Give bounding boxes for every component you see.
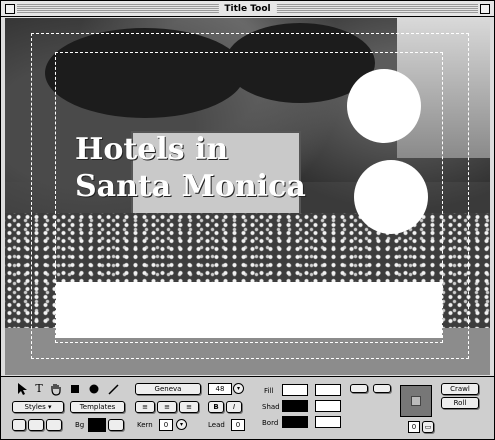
- text-style-plain-button[interactable]: [12, 419, 26, 431]
- kern-popup-arrow[interactable]: ▾: [176, 419, 187, 430]
- styles-label: Styles: [24, 403, 46, 411]
- kern-label: Kern: [137, 421, 153, 429]
- title-line-2: Santa Monica: [75, 169, 306, 204]
- page-field[interactable]: 0: [408, 421, 420, 433]
- bord-color-swatch[interactable]: [282, 416, 308, 428]
- bold-button[interactable]: B: [208, 401, 224, 413]
- option-button-1[interactable]: [350, 384, 368, 393]
- italic-button[interactable]: I: [226, 401, 242, 413]
- roll-button[interactable]: Roll: [441, 397, 479, 409]
- crawl-button[interactable]: Crawl: [441, 383, 479, 395]
- page-preview[interactable]: [400, 385, 432, 417]
- title-tool-window: Title Tool Hotels in Santa Monica T Styl…: [0, 0, 495, 440]
- bg-label: Bg: [75, 421, 85, 429]
- title-toolbar: T Styles ▾ Templates Bg Geneva 48 ▾ ≡ ≡ …: [1, 376, 494, 439]
- text-style-line-button[interactable]: [46, 419, 62, 431]
- close-box[interactable]: [5, 4, 15, 14]
- page-icon[interactable]: ▭: [422, 421, 434, 433]
- templates-button[interactable]: Templates: [70, 401, 125, 413]
- bg-toggle-button[interactable]: [108, 419, 124, 431]
- window-title: Title Tool: [218, 3, 277, 15]
- align-right-button[interactable]: ≡: [179, 401, 199, 413]
- shad-secondary-swatch[interactable]: [315, 400, 341, 412]
- lead-field[interactable]: 0: [231, 419, 245, 431]
- white-circle-bottom[interactable]: [354, 160, 428, 234]
- title-text[interactable]: Hotels in Santa Monica: [75, 131, 306, 205]
- title-line-1: Hotels in: [75, 132, 229, 167]
- preview-thumbnail: [411, 396, 421, 406]
- line-tool-icon[interactable]: [106, 382, 120, 396]
- bg-color-swatch[interactable]: [88, 418, 106, 432]
- shad-color-swatch[interactable]: [282, 400, 308, 412]
- white-circle-top[interactable]: [347, 69, 421, 143]
- option-button-2[interactable]: [373, 384, 391, 393]
- oval-tool-icon[interactable]: [87, 382, 101, 396]
- fill-label: Fill: [264, 387, 274, 395]
- zoom-box[interactable]: [480, 4, 490, 14]
- title-bar[interactable]: Title Tool: [1, 1, 494, 17]
- text-style-dotted-button[interactable]: [28, 419, 44, 431]
- bord-label: Bord: [262, 419, 279, 427]
- styles-popup[interactable]: Styles ▾: [12, 401, 64, 413]
- kern-field[interactable]: 0: [159, 419, 173, 431]
- title-canvas[interactable]: Hotels in Santa Monica: [5, 18, 490, 375]
- align-center-button[interactable]: ≡: [157, 401, 177, 413]
- white-rectangle[interactable]: [56, 282, 442, 338]
- font-popup[interactable]: Geneva: [135, 383, 201, 395]
- lead-label: Lead: [208, 421, 225, 429]
- font-size-popup-arrow[interactable]: ▾: [233, 383, 244, 394]
- bord-secondary-swatch[interactable]: [315, 416, 341, 428]
- fill-color-swatch[interactable]: [282, 384, 308, 396]
- align-left-button[interactable]: ≡: [135, 401, 155, 413]
- font-size-field[interactable]: 48: [208, 383, 232, 395]
- hand-tool-icon[interactable]: [49, 382, 63, 396]
- rectangle-tool-icon[interactable]: [68, 382, 82, 396]
- fill-secondary-swatch[interactable]: [315, 384, 341, 396]
- shad-label: Shad: [262, 403, 280, 411]
- text-tool-icon[interactable]: T: [32, 382, 46, 396]
- arrow-tool-icon[interactable]: [15, 382, 29, 396]
